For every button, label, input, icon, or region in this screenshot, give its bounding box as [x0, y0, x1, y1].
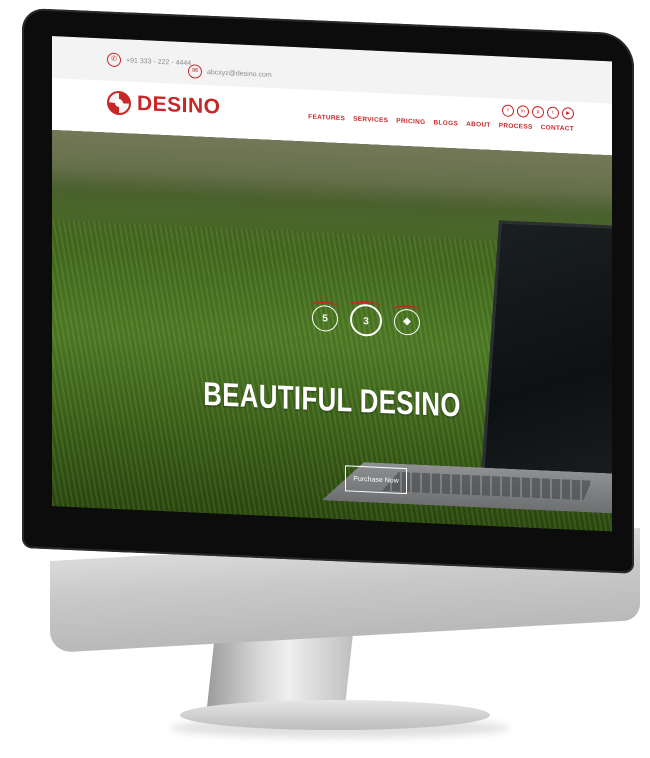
nav-item-process[interactable]: PROCESS — [499, 122, 533, 131]
nav-item-features[interactable]: FEATURES — [308, 114, 345, 123]
youtube-icon[interactable]: ▶ — [562, 107, 574, 120]
hero-section: 5 3 ❖ BEAUTIFUL DESINO Purchase Now — [52, 130, 612, 532]
twitter-icon[interactable]: t — [547, 106, 559, 120]
site-logo[interactable]: DESINO — [107, 90, 221, 119]
mail-icon: ✉ — [188, 64, 202, 79]
facebook-icon[interactable]: f — [502, 104, 514, 117]
nav-item-blogs[interactable]: BLOGS — [433, 119, 458, 127]
monitor-screen: ✆ +91 333 - 222 - 4444 ✉ abcxyz@desino.c… — [52, 36, 612, 532]
brand-name: DESINO — [137, 91, 221, 119]
phone-number: +91 333 - 222 - 4444 — [126, 56, 192, 67]
imac-mockup: ✆ +91 333 - 222 - 4444 ✉ abcxyz@desino.c… — [0, 0, 650, 758]
lifebuoy-logo-icon — [107, 90, 131, 116]
dropbox-icon: ❖ — [394, 308, 420, 336]
purchase-now-button[interactable]: Purchase Now — [345, 465, 407, 495]
email-address[interactable]: abcxyz@desino.com — [207, 69, 272, 79]
pinterest-icon[interactable]: p — [532, 105, 544, 119]
phone-icon: ✆ — [107, 52, 121, 68]
html5-icon: 5 — [312, 304, 338, 332]
laptop-image-screen — [481, 220, 612, 483]
tech-icons: 5 3 ❖ — [312, 302, 420, 339]
social-links: f in p t ▶ — [502, 104, 574, 120]
nav-item-about[interactable]: ABOUT — [466, 121, 491, 129]
nav-item-contact[interactable]: CONTACT — [541, 124, 574, 133]
phone-contact: ✆ +91 333 - 222 - 4444 — [107, 52, 191, 70]
css3-icon: 3 — [350, 303, 382, 337]
monitor-stand-base — [180, 700, 490, 730]
nav-item-services[interactable]: SERVICES — [353, 116, 388, 125]
linkedin-icon[interactable]: in — [517, 105, 529, 118]
email-contact[interactable]: ✉ abcxyz@desino.com — [188, 64, 272, 82]
nav-item-pricing[interactable]: PRICING — [396, 118, 425, 126]
